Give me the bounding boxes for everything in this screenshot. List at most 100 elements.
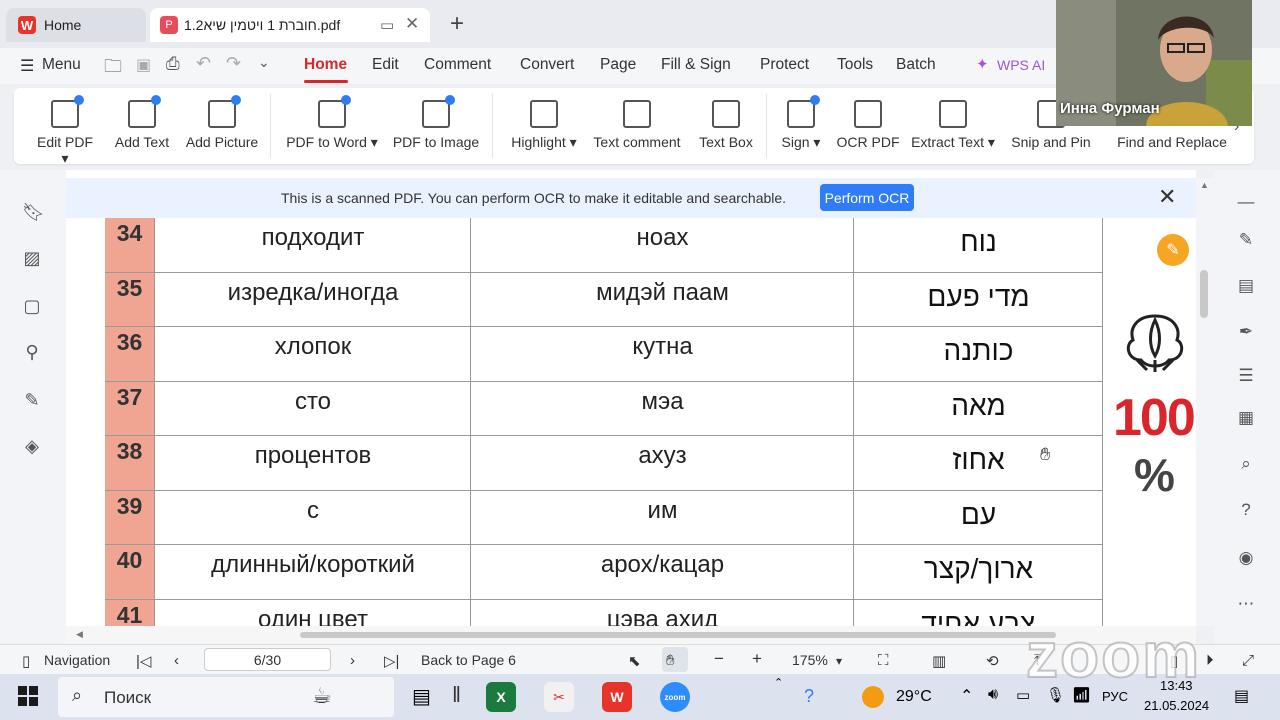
play-icon[interactable]: ⏵ — [1206, 652, 1214, 669]
first-page-icon[interactable]: |◁ — [136, 652, 151, 670]
windows-start-icon[interactable] — [18, 686, 38, 706]
task-view-icon[interactable]: ▤ — [412, 684, 431, 709]
previous-page-icon[interactable]: ‹ — [174, 652, 179, 669]
menu-page[interactable]: Page — [600, 56, 636, 74]
wps-app-icon[interactable]: W — [602, 682, 632, 712]
comment-icon[interactable]: ▢ — [22, 296, 42, 316]
menu-edit[interactable]: Edit — [372, 56, 399, 74]
pdf-to-word-button[interactable]: PDF to Word ▾ — [284, 95, 380, 151]
hamburger-icon[interactable]: ☰ — [20, 56, 34, 76]
perform-ocr-button[interactable]: Perform OCR — [820, 184, 914, 211]
eye-icon[interactable]: ◉ — [1236, 548, 1256, 568]
close-banner-icon[interactable]: ✕ — [1158, 184, 1176, 210]
monitor-icon[interactable]: ▭ — [380, 16, 394, 34]
rotate-icon[interactable]: ⟲ — [986, 652, 999, 670]
fullscreen-icon[interactable]: ⤢ — [1242, 652, 1254, 669]
menu-protect[interactable]: Protect — [760, 56, 809, 74]
scroll-up-icon[interactable]: ▲ — [1200, 180, 1209, 190]
tab-document[interactable]: P חוברת 1 ויטמין שיא1.2.pdf ▭ ✕ — [150, 8, 430, 42]
help-tray-icon[interactable]: ? — [804, 686, 814, 707]
save-icon[interactable]: ▣ — [136, 55, 151, 75]
fit-page-icon[interactable]: ⛶ — [878, 652, 889, 669]
menu-button[interactable]: Menu — [42, 56, 81, 74]
extract-text-button[interactable]: Extract Text ▾ — [910, 100, 996, 151]
hand-tool-icon[interactable]: ✋︎ — [666, 652, 675, 669]
text-comment-button[interactable]: Text comment — [592, 100, 682, 150]
edit-pdf-icon — [51, 95, 84, 128]
zoom-chevron-down-icon[interactable]: ▾ — [836, 654, 842, 668]
zoom-level-select[interactable]: 175% — [792, 652, 828, 668]
edit-panel-icon[interactable]: ✎ — [1236, 230, 1256, 250]
pen-tool-icon[interactable]: ✒ — [1236, 322, 1256, 342]
zoom-app-icon[interactable]: zoom — [660, 682, 690, 712]
add-text-button[interactable]: Add Text — [112, 95, 172, 150]
sign-button[interactable]: Sign ▾ — [778, 95, 824, 151]
menu-comment[interactable]: Comment — [424, 56, 491, 74]
next-page-icon[interactable]: › — [350, 652, 355, 669]
zoom-in-icon[interactable]: + — [752, 649, 762, 669]
frame-icon[interactable]: ▦ — [1236, 408, 1256, 428]
snipping-tool-icon[interactable]: ✂ — [544, 682, 574, 712]
volume-icon[interactable]: 🔊︎ — [988, 686, 998, 704]
pdf-to-image-label: PDF to Image — [392, 134, 480, 150]
ocr-scan-icon — [854, 100, 882, 128]
taskbar-search[interactable]: ⌕ Поиск ☕︎ — [58, 677, 394, 717]
notifications-icon[interactable]: ▤ — [1234, 686, 1249, 706]
menu-home[interactable]: Home — [304, 56, 347, 74]
print-icon[interactable]: ⎙ — [166, 54, 180, 74]
tab-home[interactable]: W Home — [6, 8, 146, 42]
close-tab-icon[interactable]: ✕ — [405, 14, 419, 34]
bookmark-icon[interactable]: 🔖︎ — [22, 202, 45, 222]
percent-label: % — [1134, 449, 1175, 501]
help-icon[interactable]: ? — [1236, 500, 1256, 520]
separator-icon: ‖ — [452, 682, 462, 707]
scroll-left-icon[interactable]: ◀ — [76, 629, 83, 640]
more-icon[interactable]: ⋯ — [1236, 594, 1256, 614]
pdf-to-image-button[interactable]: PDF to Image — [392, 95, 480, 150]
page-number-input[interactable]: 6/30 — [204, 648, 331, 671]
open-folder-icon[interactable]: 🗀 — [104, 54, 122, 84]
list-format-icon[interactable]: ☰ — [1236, 366, 1256, 386]
text-box-label: Text Box — [699, 134, 753, 150]
tray-expand-icon[interactable]: ⌃ — [774, 676, 783, 689]
ocr-pdf-button[interactable]: OCR PDF — [836, 100, 900, 150]
menu-wps-ai[interactable]: WPS AI — [997, 57, 1045, 73]
navigation-panel-icon[interactable]: ▯ — [22, 652, 30, 670]
minimize-icon[interactable]: — — [1236, 192, 1256, 212]
last-page-icon[interactable]: ▷| — [384, 652, 399, 670]
thumbnail-icon[interactable]: ▨ — [22, 248, 42, 268]
hand-cursor-icon: ✋︎ — [1040, 444, 1051, 464]
redo-icon[interactable]: ↷ — [226, 53, 241, 74]
vertical-scrollbar[interactable]: ▲ — [1196, 178, 1214, 626]
select-cursor-icon[interactable]: ⬉ — [628, 652, 641, 670]
horizontal-scroll-thumb[interactable] — [300, 632, 1056, 638]
chevron-down-icon[interactable]: ⌄ — [258, 54, 270, 71]
page-layout-icon[interactable]: ▥ — [932, 652, 946, 670]
edit-pencil-icon[interactable]: ✎ — [1157, 234, 1189, 266]
navigation-button[interactable]: Navigation — [44, 652, 110, 668]
excel-app-icon[interactable]: X — [486, 682, 516, 712]
zoom-out-icon[interactable]: − — [714, 649, 724, 669]
menu-tools[interactable]: Tools — [837, 56, 873, 74]
search-icon[interactable]: ⌕ — [1236, 454, 1256, 474]
weather-sun-icon[interactable] — [862, 686, 884, 708]
menu-fill-sign[interactable]: Fill & Sign — [661, 56, 731, 74]
menu-convert[interactable]: Convert — [520, 56, 574, 74]
temperature-label[interactable]: 29°C — [896, 688, 932, 706]
tray-chevron-icon[interactable]: ⌃ — [960, 686, 973, 706]
vertical-scroll-thumb[interactable] — [1200, 270, 1208, 318]
text-box-button[interactable]: Text Box — [696, 100, 756, 150]
add-picture-button[interactable]: Add Picture — [184, 95, 260, 150]
signature-icon[interactable]: ✎ — [22, 390, 42, 410]
highlight-button[interactable]: Highlight ▾ — [504, 100, 584, 151]
clock-date[interactable]: 21.05.2024 — [1144, 698, 1209, 713]
edit-pdf-button[interactable]: Edit PDF ▾ — [32, 95, 98, 167]
undo-icon[interactable]: ↶ — [196, 53, 211, 74]
new-tab-button[interactable]: + — [450, 10, 464, 38]
zoom-watermark: zoom — [1025, 618, 1202, 692]
back-to-page-link[interactable]: Back to Page 6 — [421, 652, 516, 668]
menu-batch[interactable]: Batch — [896, 56, 936, 74]
attachment-icon[interactable]: ⚲ — [22, 342, 42, 362]
layers-icon[interactable]: ◈ — [22, 436, 42, 456]
document-properties-icon[interactable]: ▤ — [1236, 276, 1256, 296]
